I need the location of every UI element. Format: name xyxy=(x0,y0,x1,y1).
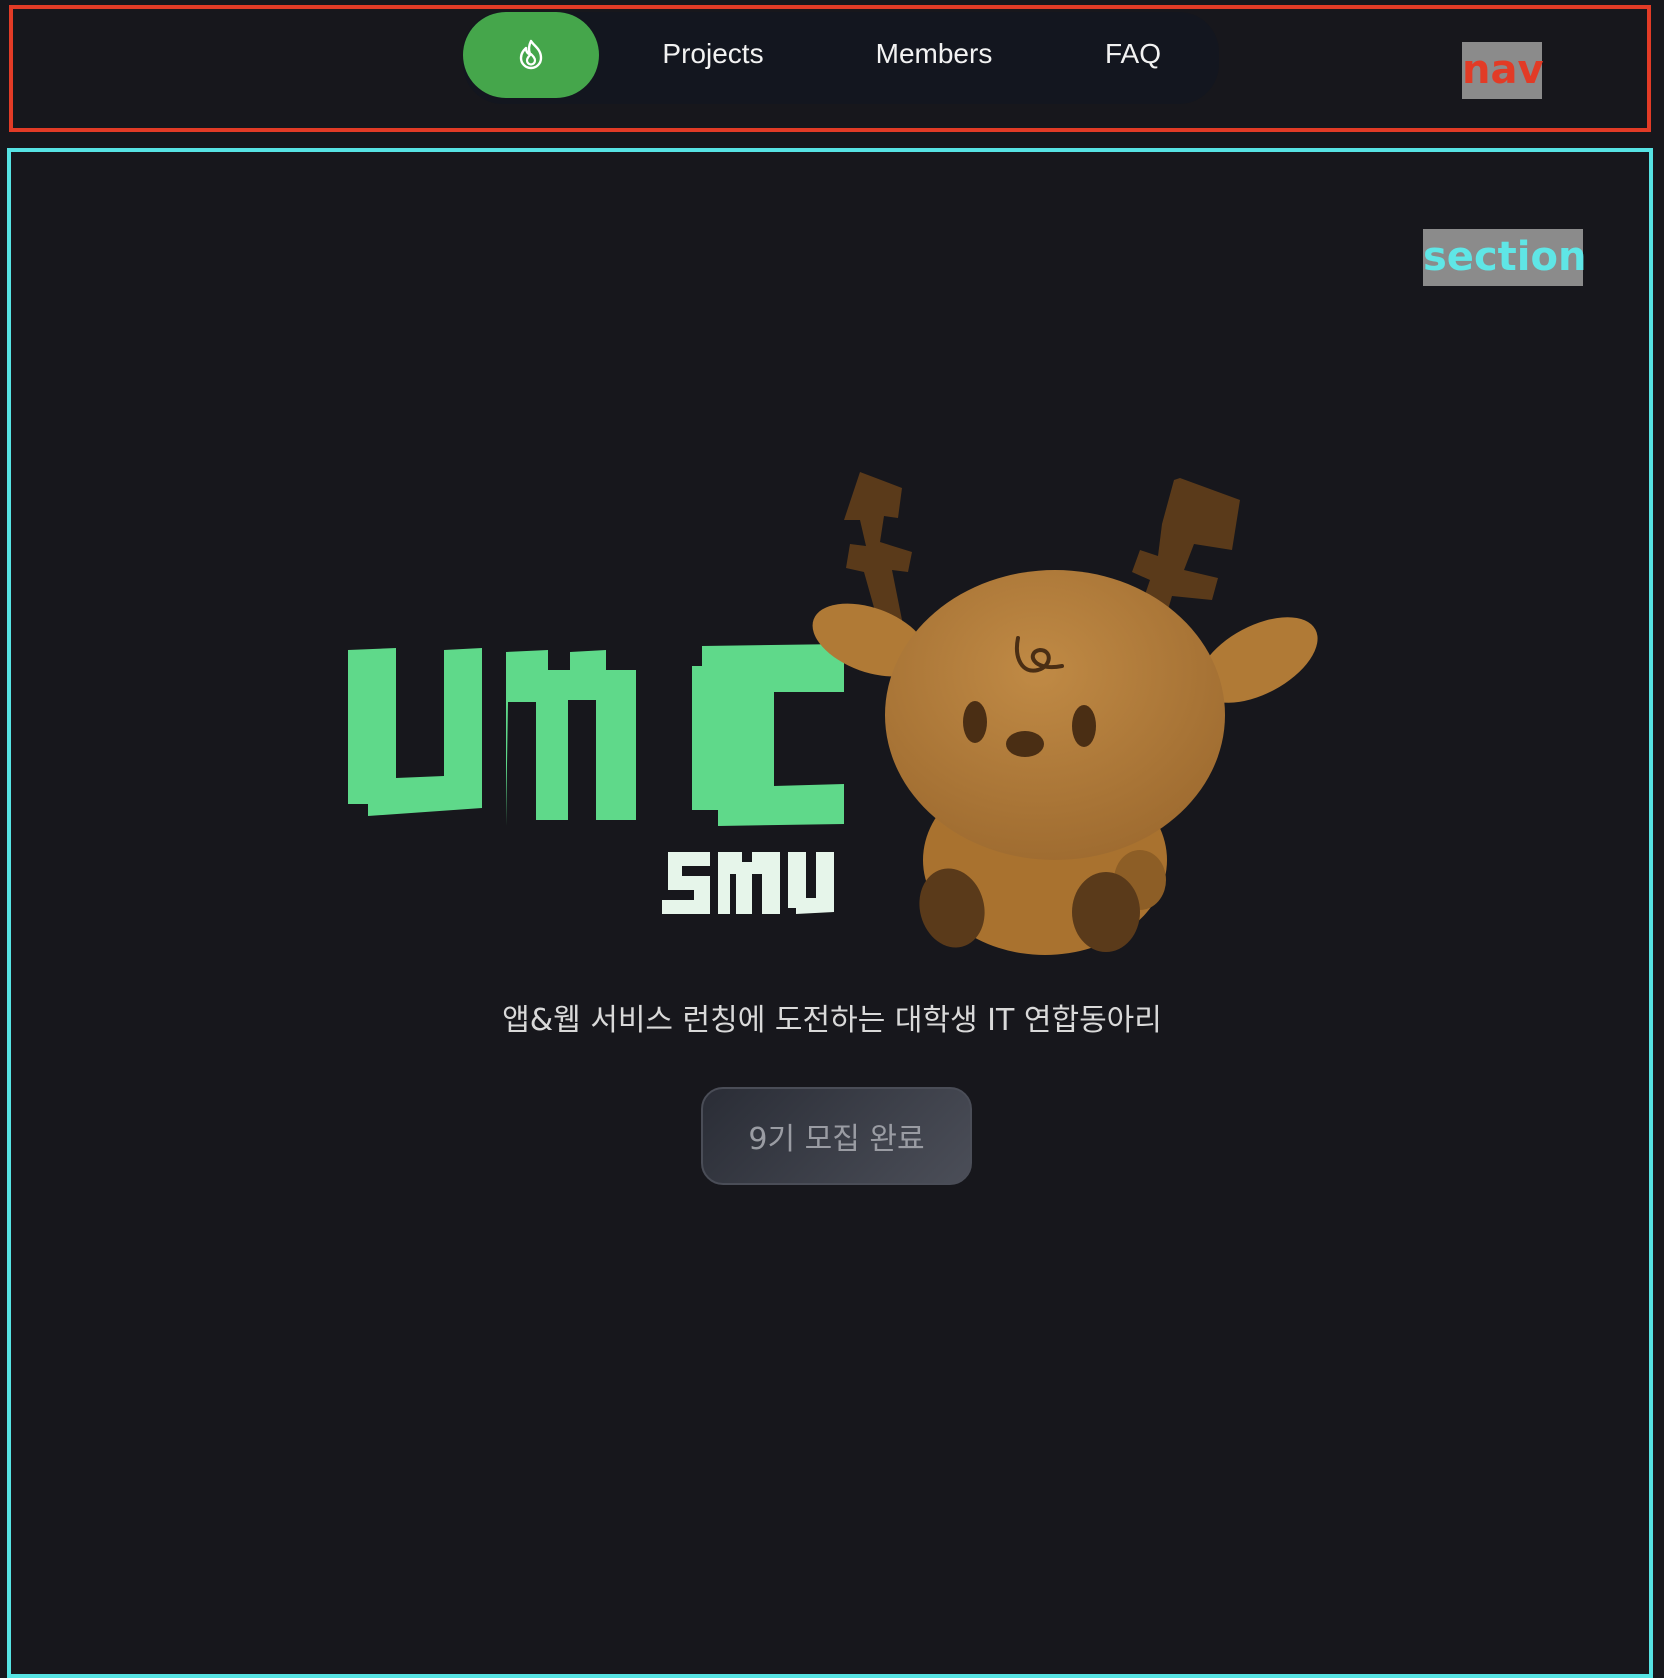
nav-link-projects[interactable]: Projects xyxy=(653,36,773,72)
nav-link-members[interactable]: Members xyxy=(866,36,1002,72)
flame-icon xyxy=(519,39,543,70)
hero-tagline: 앱&웹 서비스 런칭에 도전하는 대학생 IT 연합동아리 xyxy=(502,1003,1162,1038)
section-debug-tag: section xyxy=(1423,229,1586,286)
umc-smu-logo xyxy=(348,644,844,914)
nav-debug-tag: nav xyxy=(1462,42,1544,99)
nav-link-faq[interactable]: FAQ xyxy=(1096,36,1170,72)
home-button[interactable] xyxy=(463,12,599,98)
recruitment-status-label: 9기 모집 완료 xyxy=(748,1122,925,1157)
deer-mascot xyxy=(812,472,1318,955)
recruitment-status-button[interactable]: 9기 모집 완료 xyxy=(701,1087,972,1185)
